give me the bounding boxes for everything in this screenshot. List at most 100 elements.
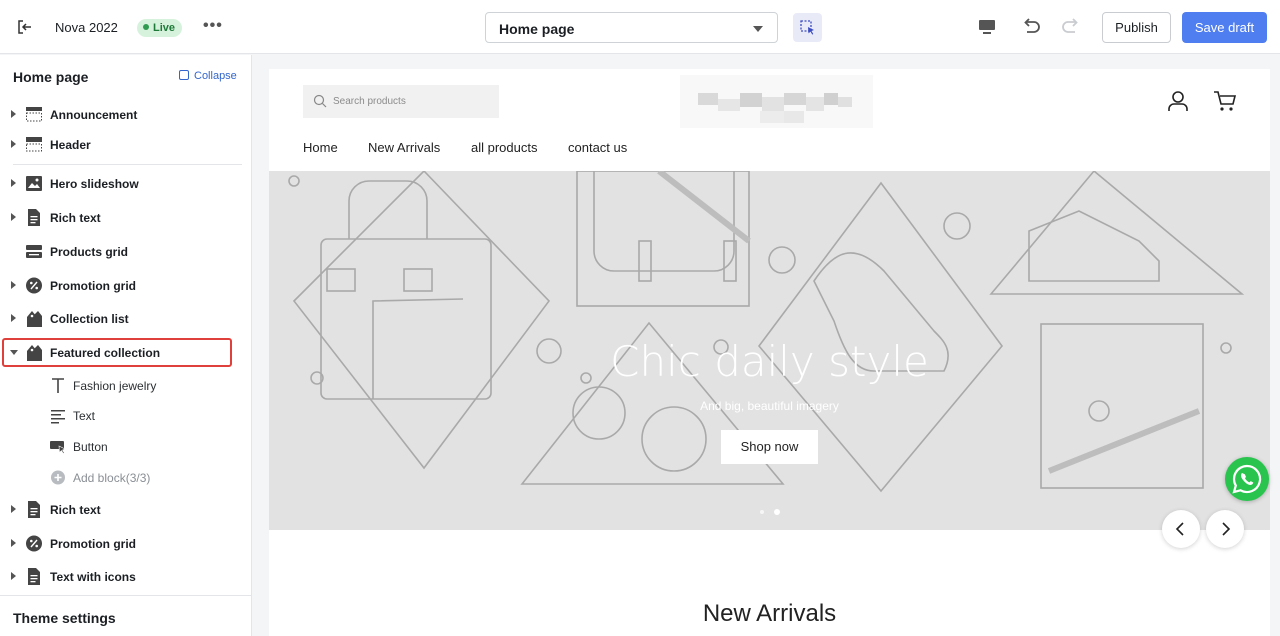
sidebar-item-text-with-icons[interactable]: Text with icons [0,564,245,590]
store-nav-home[interactable]: Home [303,140,338,155]
tag-icon [27,311,42,327]
sidebar-item-label: Promotion grid [50,537,136,551]
add-block-button[interactable]: Add block(3/3) [0,465,245,491]
chevron-right-icon[interactable] [11,110,16,118]
theme-settings-button[interactable]: Theme settings [0,595,251,636]
add-icon [51,470,65,485]
more-options-button[interactable]: ••• [203,17,223,35]
sidebar-item-label: Rich text [50,211,101,225]
account-icon[interactable] [1167,90,1189,112]
hero-title: Chic daily style [610,337,929,386]
exit-icon[interactable] [16,18,34,36]
sidebar-item-products-grid[interactable]: Products grid [0,239,245,265]
sidebar-item-rich-text-2[interactable]: Rich text [0,497,245,523]
chevron-down-icon [753,26,763,32]
slide-dot-active[interactable] [774,509,780,515]
chevron-right-icon [1222,522,1231,536]
block-item-label: Fashion jewelry [73,379,157,393]
sidebar-item-promotion-grid[interactable]: Promotion grid [0,273,245,299]
chevron-right-icon[interactable] [11,179,16,187]
store-logo[interactable] [680,75,873,128]
store-header: Search products Home New Arrivals all pr… [269,69,1270,171]
grid-icon [26,245,42,258]
collapse-button[interactable]: Collapse [179,70,237,82]
section-title: New Arrivals [702,600,837,627]
whatsapp-icon [1232,464,1262,494]
sidebar-item-rich-text[interactable]: Rich text [0,205,245,231]
desktop-preview-icon[interactable] [976,16,998,38]
sidebar-divider [13,164,242,165]
document-icon [28,209,40,226]
paragraph-icon [51,410,65,424]
store-name: Nova 2022 [55,20,118,35]
block-item-fashion-jewelry[interactable]: Fashion jewelry [0,373,245,399]
chevron-right-icon[interactable] [11,140,16,148]
live-badge-label: Live [153,22,176,34]
live-dot-icon [143,24,149,30]
store-preview: Search products Home New Arrivals all pr… [269,69,1270,636]
store-nav-new-arrivals[interactable]: New Arrivals [368,140,440,155]
chevron-right-icon[interactable] [11,505,16,513]
select-element-icon [800,20,814,35]
save-draft-button[interactable]: Save draft [1182,12,1267,43]
sections-sidebar: Home page Collapse Announcement Header H… [0,55,252,636]
inspector-toggle-button[interactable] [793,13,822,42]
sidebar-item-hero-slideshow[interactable]: Hero slideshow [0,171,245,197]
discount-icon [26,535,42,552]
sidebar-item-collection-list[interactable]: Collection list [0,306,245,332]
slide-next-button[interactable] [1206,510,1244,548]
slide-dot[interactable] [760,510,764,514]
section-layout-icon [26,107,42,122]
button-icon [50,441,66,455]
chevron-right-icon[interactable] [11,213,16,221]
selection-highlight [2,338,232,367]
hero-slideshow[interactable]: Chic daily style And big, beautiful imag… [269,171,1270,530]
document-icon [28,501,40,518]
publish-button[interactable]: Publish [1102,12,1171,43]
redo-icon[interactable] [1060,16,1082,38]
sidebar-item-label: Promotion grid [50,279,136,293]
store-search-input[interactable]: Search products [303,85,499,118]
slide-prev-button[interactable] [1162,510,1200,548]
store-nav-all-products[interactable]: all products [471,140,537,155]
chevron-left-icon [1175,522,1184,536]
collapse-label: Collapse [194,70,237,82]
cart-icon[interactable] [1213,90,1237,112]
store-nav-contact-us[interactable]: contact us [568,140,627,155]
text-icon [52,378,64,393]
undo-icon[interactable] [1020,16,1042,38]
chevron-right-icon[interactable] [11,572,16,580]
header-layout-icon [26,137,42,152]
block-item-button[interactable]: Button [0,434,245,460]
sidebar-item-label: Hero slideshow [50,177,139,191]
whatsapp-chat-button[interactable] [1225,457,1269,501]
sidebar-item-label: Collection list [50,312,129,326]
image-icon [26,176,42,191]
sidebar-item-promotion-grid-2[interactable]: Promotion grid [0,531,245,557]
block-item-text[interactable]: Text [0,403,245,429]
sidebar-title: Home page [13,69,89,85]
top-bar: Nova 2022 Live ••• Home page Publish Sav… [0,0,1280,54]
page-select-value: Home page [499,21,575,37]
theme-settings-label: Theme settings [13,610,116,626]
sidebar-item-header[interactable]: Header [0,132,245,158]
document-icon [28,568,40,585]
sidebar-item-label: Announcement [50,108,138,122]
sidebar-item-announcement[interactable]: Announcement [0,102,245,128]
block-item-label: Button [73,440,108,454]
collapse-icon [179,70,189,80]
sidebar-item-label: Header [50,138,91,152]
sidebar-item-label: Products grid [50,245,129,259]
live-badge: Live [137,19,183,37]
sidebar-item-label: Text with icons [50,570,136,584]
block-item-label: Text [73,409,96,423]
page-select[interactable]: Home page [485,12,778,43]
search-placeholder: Search products [333,96,406,107]
chevron-right-icon[interactable] [11,281,16,289]
search-icon [313,94,327,108]
chevron-right-icon[interactable] [11,314,16,322]
shop-now-button[interactable]: Shop now [721,430,818,464]
hero-subtitle: And big, beautiful imagery [700,399,839,413]
add-block-label: Add block(3/3) [73,471,151,485]
chevron-right-icon[interactable] [11,539,16,547]
